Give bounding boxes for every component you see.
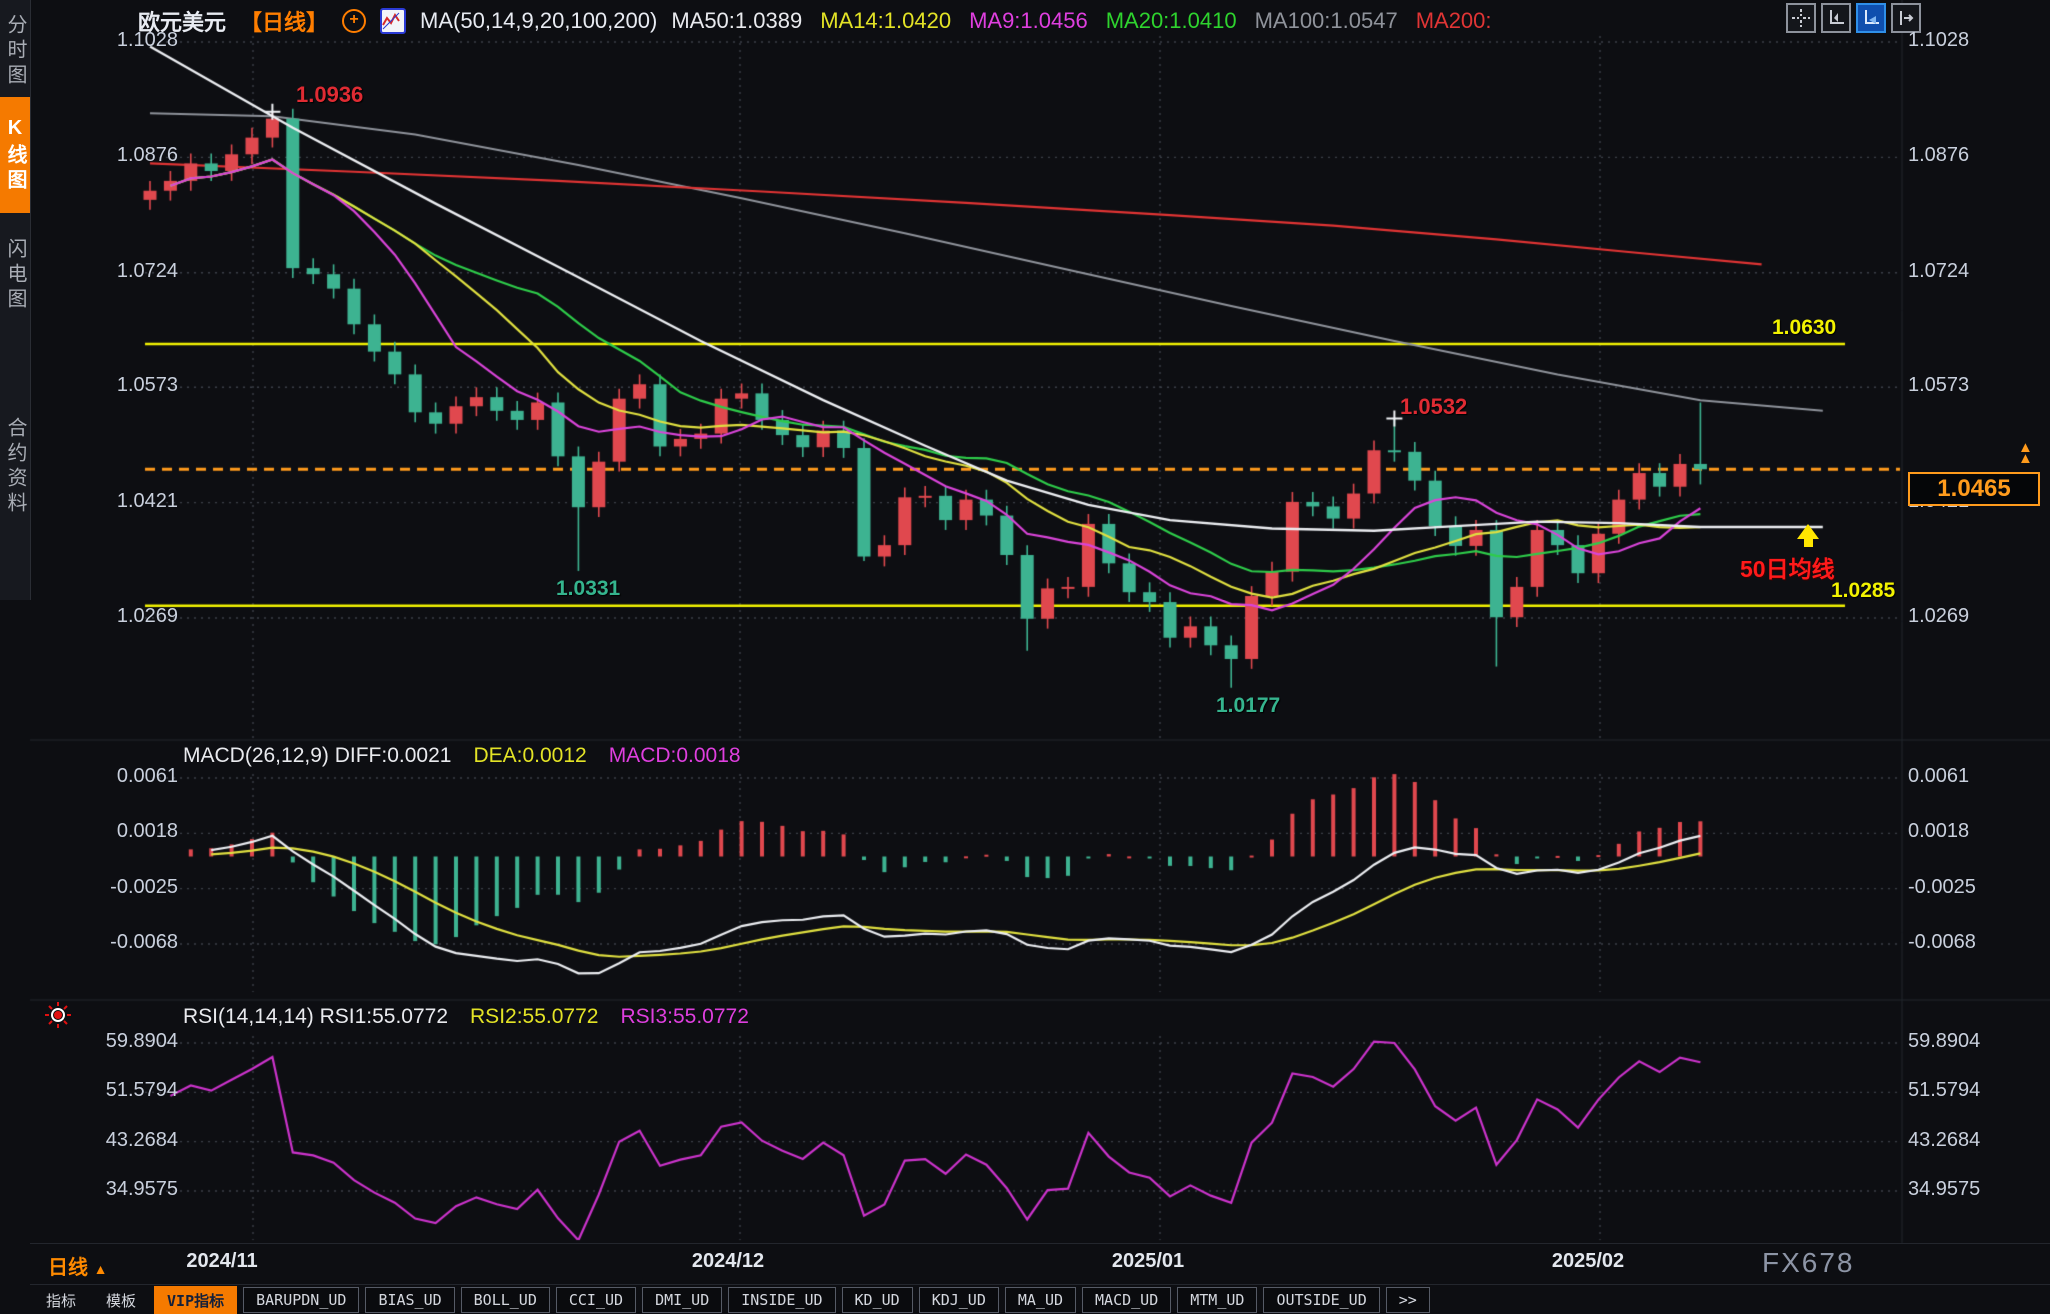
macd-axis-label-left: 0.0061 <box>88 765 178 788</box>
ma-value-1: MA14:1.0420 <box>820 8 951 34</box>
annotation-low-10331: 1.0331 <box>556 577 620 601</box>
chart-header: 欧元美元 【日线】 + MA(50,14,9,20,100,200) MA50:… <box>138 5 1492 37</box>
price-axis-label-left: 1.0876 <box>88 144 178 167</box>
macd-axis-label-right: -0.0068 <box>1908 931 1976 954</box>
sidebar-item-2[interactable]: 闪电图 <box>0 216 30 334</box>
chart-canvas[interactable] <box>0 0 2050 1314</box>
toolbar-tab--[interactable]: 指标 <box>34 1287 88 1314</box>
sidebar-item-3[interactable]: 合约资料 <box>0 336 30 598</box>
rsi-axis-label-left: 59.8904 <box>88 1030 178 1053</box>
toolbar-tab-kd-ud[interactable]: KD_UD <box>842 1287 913 1313</box>
price-axis-label-right: 1.0573 <box>1908 374 1969 397</box>
macd-axis-label-left: 0.0018 <box>88 820 178 843</box>
sidebar-item-1[interactable]: K线图 <box>0 97 30 213</box>
toolbar-tab-macd-ud[interactable]: MACD_UD <box>1082 1287 1171 1313</box>
price-axis-label-right: 1.0876 <box>1908 144 1969 167</box>
toolbar-tab-mtm-ud[interactable]: MTM_UD <box>1177 1287 1257 1313</box>
axis-scale-icon[interactable] <box>1821 3 1851 33</box>
toolbar-tab-kdj-ud[interactable]: KDJ_UD <box>919 1287 999 1313</box>
period-tag[interactable]: 【日线】 <box>240 5 328 37</box>
rsi-axis-label-right: 43.2684 <box>1908 1129 1980 1152</box>
macd-header: MACD(26,12,9) DIFF:0.0021 DEA:0.0012 MAC… <box>183 744 741 768</box>
price-axis-label-left: 1.0269 <box>88 605 178 628</box>
ma-value-0: MA50:1.0389 <box>671 8 802 34</box>
ma-settings-label: MA(50,14,9,20,100,200) <box>420 8 657 34</box>
price-axis-label-left: 1.0724 <box>88 260 178 283</box>
ma50-arrow-stem <box>1804 538 1813 547</box>
rsi-axis-label-right: 51.5794 <box>1908 1079 1980 1102</box>
toolbar-tab--[interactable]: 模板 <box>94 1287 148 1314</box>
ma-value-4: MA100:1.0547 <box>1255 8 1398 34</box>
macd-axis-label-right: -0.0025 <box>1908 876 1976 899</box>
ma-value-3: MA20:1.0410 <box>1106 8 1237 34</box>
divider <box>30 1284 2050 1285</box>
annotation-low-10177: 1.0177 <box>1216 694 1280 718</box>
toolbar-tab-ma-ud[interactable]: MA_UD <box>1005 1287 1076 1313</box>
toolbar-tab-barupdn-ud[interactable]: BARUPDN_UD <box>243 1287 359 1313</box>
ma-values: MA50:1.0389 MA14:1.0420 MA9:1.0456 MA20:1.0… <box>671 8 1491 34</box>
macd-dea-value: DEA:0.0012 <box>473 744 586 768</box>
toolbar-tab-vip-[interactable]: VIP指标 <box>154 1286 237 1314</box>
price-axis-label-right: 1.0269 <box>1908 605 1969 628</box>
time-axis-label-2025-02: 2025/02 <box>1518 1250 1658 1273</box>
live-indicator-icon[interactable] <box>44 1001 72 1029</box>
divider <box>30 1243 2050 1244</box>
macd-axis-label-right: 0.0018 <box>1908 820 1969 843</box>
annotation-high-10532: 1.0532 <box>1400 394 1467 420</box>
annotation-high-10936: 1.0936 <box>296 82 363 108</box>
macd-value: MACD:0.0018 <box>609 744 741 768</box>
rsi-axis-label-left: 51.5794 <box>88 1079 178 1102</box>
ma50-arrow-icon <box>1797 524 1819 539</box>
annotation-level-10285: 1.0285 <box>1831 579 1895 603</box>
price-axis-label-right: 1.1028 <box>1908 29 1969 52</box>
left-sidebar: 分时图K线图闪电图合约资料 <box>0 0 31 600</box>
rsi3-value: RSI3:55.0772 <box>620 1005 748 1029</box>
time-axis-label-2024-12: 2024/12 <box>658 1250 798 1273</box>
circle-plus-icon[interactable]: + <box>342 9 366 33</box>
period-selector[interactable]: 日线 ▲ <box>48 1251 107 1280</box>
watermark: FX678 <box>1762 1247 1855 1279</box>
current-price-box: 1.0465 <box>1908 472 2040 506</box>
period-label: 日线 <box>48 1257 88 1279</box>
time-axis-label-2025-01: 2025/01 <box>1078 1250 1218 1273</box>
toolbar-tab-bias-ud[interactable]: BIAS_UD <box>365 1287 454 1313</box>
rsi-header: RSI(14,14,14) RSI1:55.0772 RSI2:55.0772 … <box>183 1005 749 1029</box>
price-axis-label-left: 1.1028 <box>88 29 178 52</box>
rsi1-title: RSI(14,14,14) RSI1:55.0772 <box>183 1005 448 1029</box>
period-dropdown-arrow-icon: ▲ <box>94 1261 108 1277</box>
macd-title: MACD(26,12,9) DIFF:0.0021 <box>183 744 451 768</box>
price-axis-label-left: 1.0421 <box>88 490 178 513</box>
toolbar-tab-cci-ud[interactable]: CCI_UD <box>556 1287 636 1313</box>
rsi-axis-label-right: 34.9575 <box>1908 1178 1980 1201</box>
mini-chart-icon[interactable] <box>380 8 406 34</box>
ma-value-2: MA9:1.0456 <box>969 8 1088 34</box>
toolbar-tab-dmi-ud[interactable]: DMI_UD <box>642 1287 722 1313</box>
toolbar-tab-outside-ud[interactable]: OUTSIDE_UD <box>1263 1287 1379 1313</box>
ma-value-5: MA200: <box>1416 8 1492 34</box>
macd-axis-label-left: -0.0025 <box>88 876 178 899</box>
price-axis-label-left: 1.0573 <box>88 374 178 397</box>
rsi-axis-label-left: 34.9575 <box>88 1178 178 1201</box>
macd-axis-label-left: -0.0068 <box>88 931 178 954</box>
toolbar-tab--[interactable]: >> <box>1386 1287 1430 1313</box>
ma50-note-label: 50日均线 <box>1740 550 1835 584</box>
price-up-arrows-icon: ▲▲ <box>2018 442 2033 464</box>
axis-scale-active-icon[interactable] <box>1856 3 1886 33</box>
rsi2-value: RSI2:55.0772 <box>470 1005 598 1029</box>
price-axis-label-right: 1.0724 <box>1908 260 1969 283</box>
chart-workspace: 分时图K线图闪电图合约资料 欧元美元 【日线】 + MA(50,14,9,20,… <box>0 0 2050 1314</box>
rsi-axis-label-right: 59.8904 <box>1908 1030 1980 1053</box>
toolbar-tab-inside-ud[interactable]: INSIDE_UD <box>728 1287 835 1313</box>
chart-tool-icons <box>1786 3 1921 33</box>
time-axis-label-2024-11: 2024/11 <box>152 1250 292 1273</box>
annotation-level-10630: 1.0630 <box>1772 316 1836 340</box>
toolbar-tab-boll-ud[interactable]: BOLL_UD <box>461 1287 550 1313</box>
sidebar-item-0[interactable]: 分时图 <box>0 6 30 96</box>
pan-crosshair-icon[interactable] <box>1786 3 1816 33</box>
macd-axis-label-right: 0.0061 <box>1908 765 1969 788</box>
indicator-toolbar: 指标模板VIP指标BARUPDN_UDBIAS_UD BOLL_UDCCI_UDD… <box>34 1287 1430 1313</box>
rsi-axis-label-left: 43.2684 <box>88 1129 178 1152</box>
